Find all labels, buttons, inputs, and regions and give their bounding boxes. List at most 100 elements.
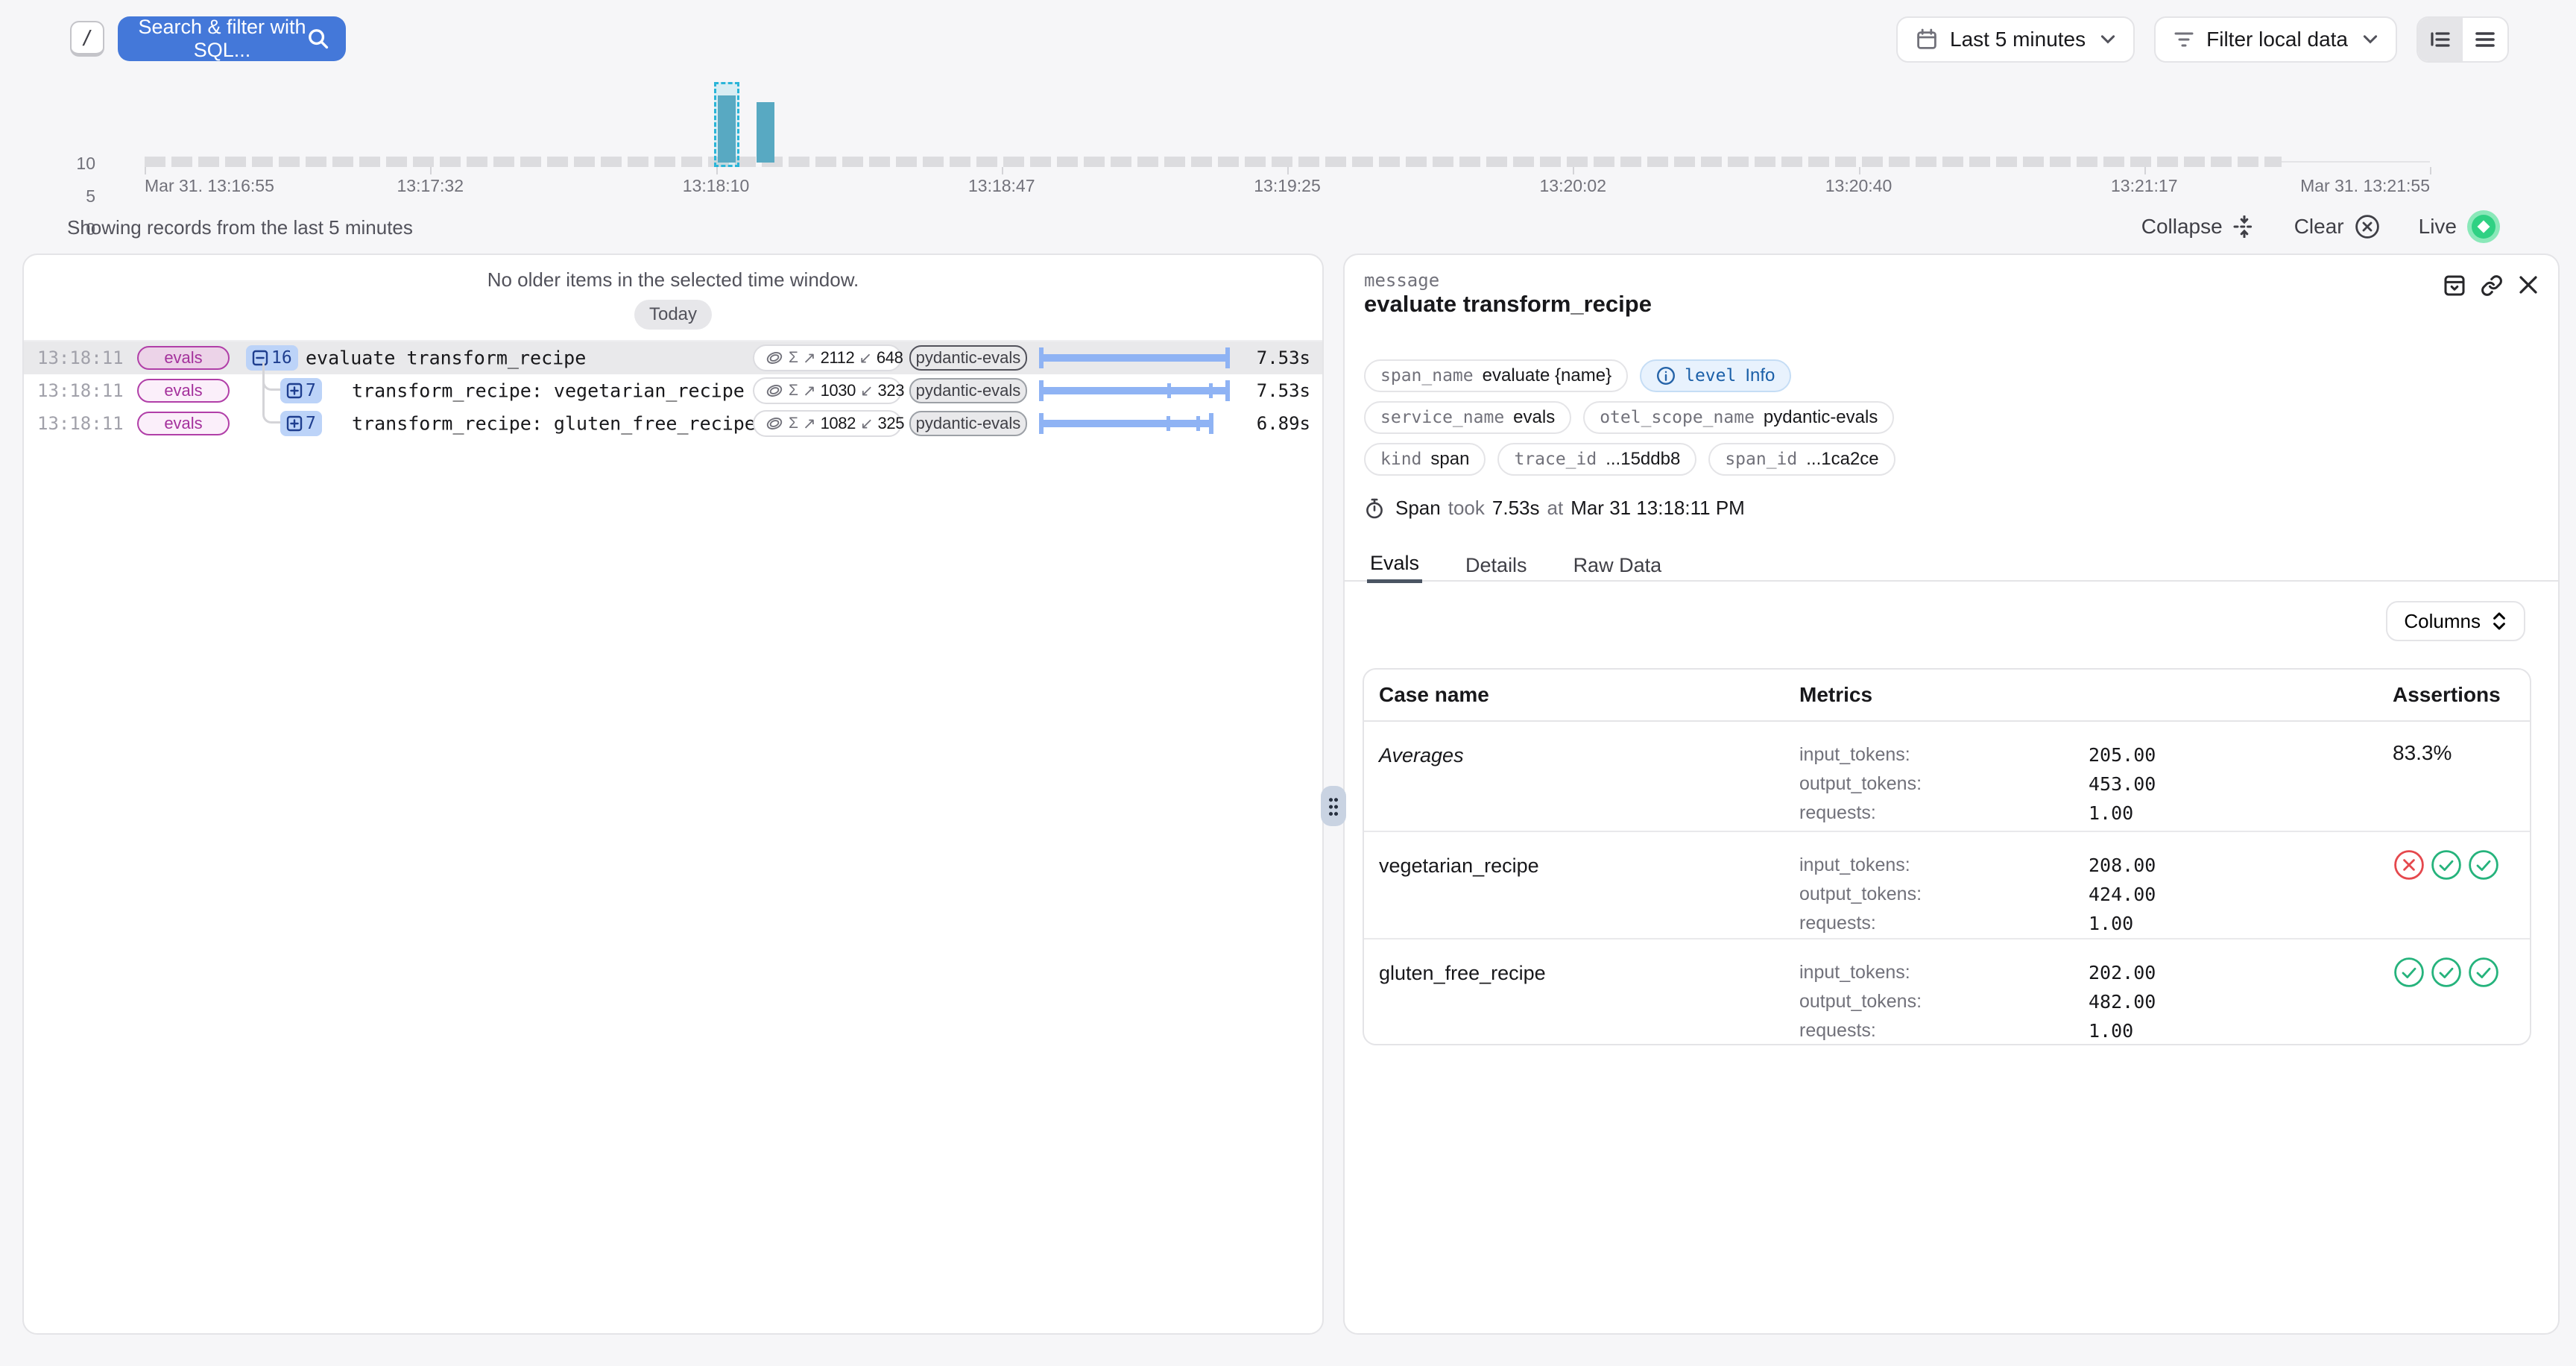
dock-panel-icon[interactable]	[2443, 274, 2466, 297]
attribute-pill-kind[interactable]: kind span	[1364, 443, 1486, 476]
x-tick-mark	[1573, 167, 1574, 174]
search-placeholder: Search & filter with SQL...	[137, 16, 307, 62]
span-duration: 7.53s	[1492, 497, 1540, 520]
eval-row[interactable]: gluten_free_recipe input_tokens:202.00 o…	[1364, 939, 2530, 1047]
level-badge[interactable]: level Info	[1640, 359, 1791, 392]
token-stats-pill: Σ ↗ 1082 ↙ 325	[753, 410, 902, 437]
evals-table: Case name Metrics Assertions Averages in…	[1363, 668, 2531, 1045]
scope-tag[interactable]: pydantic-evals	[909, 411, 1027, 436]
columns-button[interactable]: Columns	[2386, 601, 2525, 641]
time-range-select[interactable]: Last 5 minutes	[1896, 16, 2135, 63]
list-view-toggle[interactable]	[2463, 18, 2507, 61]
service-tag[interactable]: evals	[137, 412, 230, 435]
attr-value: Info	[1745, 365, 1775, 386]
cost-coin-icon	[765, 382, 784, 400]
trace-list-panel: No older items in the selected time wind…	[22, 254, 1324, 1335]
clear-button[interactable]: Clear	[2294, 214, 2380, 239]
header-assertions: Assertions	[2393, 683, 2501, 707]
attribute-pill-trace-id[interactable]: trace_id ...15ddb8	[1497, 443, 1696, 476]
assertion-pass-icon[interactable]	[2467, 956, 2500, 989]
filter-select[interactable]: Filter local data	[2154, 16, 2397, 63]
attribute-pill-span-id[interactable]: span_id ...1ca2ce	[1708, 443, 1895, 476]
tree-view-toggle[interactable]	[2418, 18, 2463, 61]
filter-value: Filter local data	[2206, 28, 2348, 51]
search-button[interactable]: Search & filter with SQL...	[118, 16, 346, 61]
x-tick-mark	[1859, 167, 1860, 174]
panel-resize-handle[interactable]	[1321, 786, 1346, 826]
close-icon[interactable]	[2518, 274, 2539, 297]
metric-value: 202.00	[2089, 962, 2156, 991]
sigma-icon: Σ	[789, 415, 798, 432]
cost-coin-icon	[765, 415, 784, 432]
chevron-down-icon	[2363, 34, 2378, 45]
tab-details[interactable]: Details	[1462, 547, 1530, 583]
metric-value: 482.00	[2089, 991, 2156, 1020]
attr-key: service_name	[1380, 408, 1504, 427]
attr-value: ...1ca2ce	[1806, 449, 1878, 470]
attribute-pill-otel-scope-name[interactable]: otel_scope_name pydantic-evals	[1583, 401, 1894, 434]
attribute-pill-span-name[interactable]: span_name evaluate {name}	[1364, 359, 1628, 392]
tab-raw-data[interactable]: Raw Data	[1570, 547, 1665, 583]
x-tick-label: 13:21:17	[2111, 176, 2178, 196]
metric-value: 205.00	[2089, 744, 2156, 773]
empty-notice: No older items in the selected time wind…	[24, 268, 1322, 292]
eval-row[interactable]: Averages input_tokens:205.00 output_toke…	[1364, 722, 2530, 832]
collapse-button[interactable]: Collapse	[2141, 215, 2255, 239]
assertion-fail-icon[interactable]	[2393, 849, 2425, 881]
tab-evals[interactable]: Evals	[1367, 547, 1422, 583]
assertion-pass-icon[interactable]	[2430, 849, 2463, 881]
attr-value: ...15ddb8	[1606, 449, 1680, 470]
trace-row[interactable]: 13:18:11 evals 16 evaluate transform_rec…	[24, 342, 1322, 374]
metric-label: requests:	[1799, 1020, 2089, 1049]
child-count: 7	[306, 381, 316, 400]
x-tick-label: 13:17:32	[397, 176, 464, 196]
live-button[interactable]: Live	[2419, 210, 2500, 243]
y-tick-label: 10	[60, 154, 95, 174]
children-toggle-badge[interactable]: 7	[280, 411, 322, 436]
assertions-percentage: 83.3%	[2393, 741, 2452, 765]
histogram-bar[interactable]	[757, 102, 774, 163]
scope-tag[interactable]: pydantic-evals	[909, 345, 1027, 371]
x-tick-mark	[2430, 167, 2431, 174]
assertion-pass-icon[interactable]	[2393, 956, 2425, 989]
clear-label: Clear	[2294, 215, 2344, 239]
service-tag[interactable]: evals	[137, 379, 230, 403]
attr-value: pydantic-evals	[1764, 407, 1878, 428]
attr-key: kind	[1380, 450, 1421, 469]
trace-row[interactable]: 13:18:11 evals 7 transform_recipe: glute…	[24, 407, 1322, 440]
collapse-label: Collapse	[2141, 215, 2223, 239]
box-plus-icon	[286, 383, 303, 399]
span-detail-panel: message evaluate transform_recipe span_n…	[1343, 254, 2560, 1335]
stopwatch-icon	[1364, 498, 1385, 519]
trace-row[interactable]: 13:18:11 evals 7 transform_recipe: veget…	[24, 374, 1322, 407]
detail-tabs: Evals Details Raw Data	[1345, 547, 2558, 582]
timeline-histogram[interactable]: 10 5 0 Mar 31. 13:16:5513:17:3213:18:101…	[0, 69, 2576, 203]
collapse-icon	[2233, 215, 2255, 238]
span-name: transform_recipe: gluten_free_recipe	[352, 413, 756, 435]
x-tick-label: 13:20:40	[1825, 176, 1892, 196]
histogram-bar[interactable]	[718, 95, 736, 163]
x-tick-label: Mar 31. 13:16:55	[145, 176, 274, 196]
tokens-down-value: 323	[878, 381, 905, 400]
eval-row[interactable]: vegetarian_recipe input_tokens:208.00 ou…	[1364, 832, 2530, 939]
span-duration-summary: Span took 7.53s at Mar 31 13:18:11 PM	[1364, 497, 1745, 520]
tokens-up-value: 1082	[821, 414, 856, 433]
chart-plot-area[interactable]: Mar 31. 13:16:5513:17:3213:18:1013:18:47…	[145, 78, 2430, 167]
child-count: 7	[306, 414, 316, 433]
copy-link-icon[interactable]	[2481, 274, 2503, 297]
live-label: Live	[2419, 215, 2457, 239]
scope-tag[interactable]: pydantic-evals	[909, 378, 1027, 403]
assertion-pass-icon[interactable]	[2467, 849, 2500, 881]
assertion-pass-icon[interactable]	[2430, 956, 2463, 989]
arrow-down-left-icon: ↙	[860, 382, 874, 400]
info-icon	[1656, 366, 1676, 385]
metric-value: 208.00	[2089, 854, 2156, 884]
sort-updown-icon	[2491, 611, 2507, 632]
calendar-icon	[1916, 28, 1938, 51]
attribute-pill-service-name[interactable]: service_name evals	[1364, 401, 1571, 434]
case-name: gluten_free_recipe	[1379, 962, 1546, 985]
record-type-label: message	[1364, 270, 1439, 291]
service-tag[interactable]: evals	[137, 346, 230, 370]
metric-label: output_tokens:	[1799, 991, 2089, 1020]
children-toggle-badge[interactable]: 7	[280, 378, 322, 403]
